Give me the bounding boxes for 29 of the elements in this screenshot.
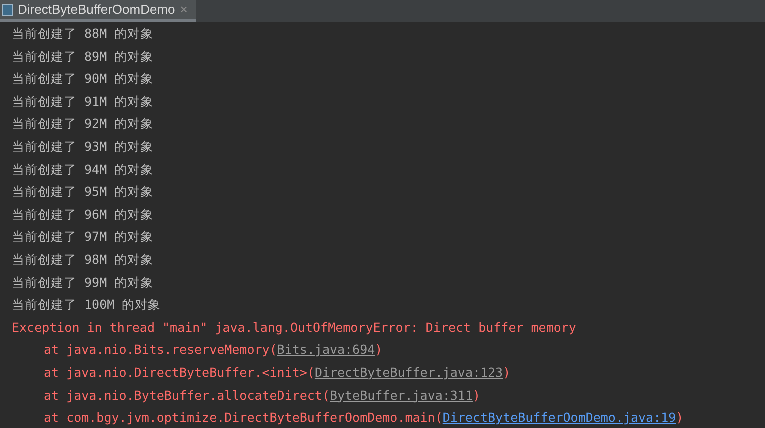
paren-text: ) <box>676 410 684 426</box>
console-line: 当前创建了 91M 的对象 <box>12 92 155 111</box>
stack-frame-text: at com.bgy.jvm.optimize.DirectByteBufferOomDemo.main( <box>44 410 443 426</box>
error-line: Exception in thread "main" java.lang.OutOfMemoryError: Direct buffer memory <box>12 318 578 337</box>
console-line: 当前创建了 93M 的对象 <box>12 138 155 156</box>
console-line: 当前创建了 90M 的对象 <box>12 70 155 88</box>
paren-text: ) <box>503 364 511 380</box>
source-link[interactable]: ByteBuffer.java:311 <box>330 388 473 402</box>
console-line: 当前创建了 95M 的对象 <box>12 183 155 202</box>
file-icon <box>2 4 13 16</box>
console-line: 当前创建了 96M 的对象 <box>12 206 155 224</box>
console-line: 当前创建了 92M 的对象 <box>12 115 155 134</box>
console-line: 当前创建了 98M 的对象 <box>12 250 155 269</box>
stack-frame-text: at java.nio.Bits.reserveMemory( <box>44 342 278 358</box>
source-link[interactable]: DirectByteBuffer.java:123 <box>314 364 504 380</box>
source-link[interactable]: DirectByteBufferOomDemo.java:19 <box>442 410 676 426</box>
source-link[interactable]: Bits.java:694 <box>277 342 376 358</box>
paren-text: ) <box>472 388 481 402</box>
tab-title: DirectByteBufferOomDemo <box>18 0 176 19</box>
console-line: 当前创建了 89M 的对象 <box>12 48 155 66</box>
stack-frame-text: at java.nio.DirectByteBuffer.<init>( <box>44 364 315 380</box>
paren-text: ) <box>375 342 383 358</box>
console-line: 当前创建了 94M 的对象 <box>12 160 155 179</box>
console-line: 当前创建了 100M 的对象 <box>12 296 162 314</box>
stack-frame-text: at java.nio.ByteBuffer.allocateDirect( <box>44 388 330 402</box>
console-line: 当前创建了 99M 的对象 <box>12 274 155 292</box>
editor-tab[interactable]: DirectByteBufferOomDemo × <box>0 0 196 22</box>
console-line: 当前创建了 88M 的对象 <box>12 25 155 43</box>
console-line: 当前创建了 97M 的对象 <box>12 228 155 246</box>
